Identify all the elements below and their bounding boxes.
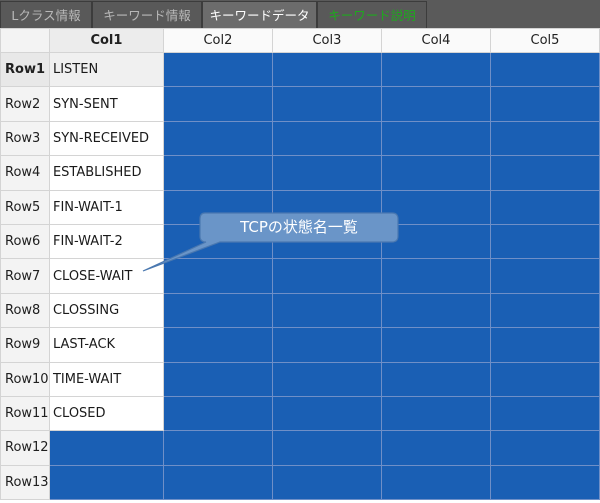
row-header[interactable]: Row1: [0, 51, 50, 88]
grid-cell[interactable]: [162, 395, 273, 432]
grid-cell[interactable]: [162, 361, 273, 397]
table-row: Row13: [0, 464, 600, 501]
grid-cell[interactable]: [380, 86, 491, 122]
table-row: Row10 TIME-WAIT: [0, 361, 600, 397]
tab-class-info[interactable]: Lクラス情報: [0, 1, 92, 28]
grid-cell[interactable]: [271, 51, 382, 88]
grid-cell[interactable]: [271, 155, 382, 191]
grid-body: Row1 LISTEN Row2 SYN-SENT Row3 SYN-RECEIVED Ro…: [0, 51, 600, 501]
grid-cell[interactable]: LAST-ACK: [48, 327, 164, 363]
grid-cell[interactable]: SYN-SENT: [48, 86, 164, 122]
grid-cell[interactable]: [489, 223, 600, 260]
grid-cell[interactable]: LISTEN: [48, 51, 164, 88]
row-header[interactable]: Row7: [0, 258, 50, 294]
grid-cell[interactable]: [271, 86, 382, 122]
row-header[interactable]: Row8: [0, 292, 50, 329]
spreadsheet-grid: Col1 Col2 Col3 Col4 Col5 Row1 LISTEN Row2 S…: [0, 28, 600, 503]
grid-cell[interactable]: [271, 464, 382, 501]
grid-cell[interactable]: [162, 86, 273, 122]
grid-cell[interactable]: [48, 430, 164, 466]
table-row: Row3 SYN-RECEIVED: [0, 120, 600, 157]
grid-cell[interactable]: [380, 430, 491, 466]
grid-cell[interactable]: [162, 120, 273, 157]
table-row: Row1 LISTEN: [0, 51, 600, 88]
grid-cell[interactable]: SYN-RECEIVED: [48, 120, 164, 157]
table-row: Row7 CLOSE-WAIT: [0, 258, 600, 294]
column-header-row: Col1 Col2 Col3 Col4 Col5: [0, 28, 600, 53]
row-header[interactable]: Row10: [0, 361, 50, 397]
callout-text: TCPの状態名一覧: [240, 218, 358, 236]
grid-cell[interactable]: [489, 86, 600, 122]
grid-cell[interactable]: [489, 395, 600, 432]
grid-cell[interactable]: [162, 292, 273, 329]
row-header[interactable]: Row2: [0, 86, 50, 122]
grid-cell[interactable]: [489, 189, 600, 225]
column-header-col5[interactable]: Col5: [489, 28, 600, 53]
column-header-col3[interactable]: Col3: [271, 28, 382, 53]
row-header[interactable]: Row12: [0, 430, 50, 466]
tab-keyword-description[interactable]: キーワード説明: [317, 1, 427, 28]
grid-cell[interactable]: [271, 292, 382, 329]
grid-cell[interactable]: [380, 155, 491, 191]
row-header[interactable]: Row9: [0, 327, 50, 363]
grid-cell[interactable]: [271, 430, 382, 466]
tab-keyword-info[interactable]: キーワード情報: [92, 1, 202, 28]
table-row: Row4 ESTABLISHED: [0, 155, 600, 191]
grid-cell[interactable]: [380, 395, 491, 432]
row-header[interactable]: Row4: [0, 155, 50, 191]
column-header-col4[interactable]: Col4: [380, 28, 491, 53]
column-header-col1[interactable]: Col1: [48, 28, 164, 53]
grid-cell[interactable]: [162, 327, 273, 363]
grid-cell[interactable]: [380, 292, 491, 329]
grid-cell[interactable]: CLOSSING: [48, 292, 164, 329]
grid-cell[interactable]: [380, 258, 491, 294]
grid-cell[interactable]: [489, 430, 600, 466]
table-row: Row2 SYN-SENT: [0, 86, 600, 122]
row-header[interactable]: Row13: [0, 464, 50, 501]
column-header-col2[interactable]: Col2: [162, 28, 273, 53]
grid-cell[interactable]: [489, 155, 600, 191]
table-row: Row9 LAST-ACK: [0, 327, 600, 363]
grid-cell[interactable]: [380, 327, 491, 363]
grid-cell[interactable]: ESTABLISHED: [48, 155, 164, 191]
grid-cell[interactable]: CLOSED: [48, 395, 164, 432]
grid-cell[interactable]: [489, 464, 600, 501]
grid-cell[interactable]: FIN-WAIT-1: [48, 189, 164, 225]
grid-cell[interactable]: [489, 327, 600, 363]
grid-cell[interactable]: [48, 464, 164, 501]
grid-cell[interactable]: [489, 292, 600, 329]
grid-cell[interactable]: [380, 51, 491, 88]
tab-keyword-data[interactable]: キーワードデータ: [202, 1, 317, 28]
data-table: Col1 Col2 Col3 Col4 Col5 Row1 LISTEN Row2 S…: [0, 28, 600, 501]
grid-cell[interactable]: [271, 327, 382, 363]
select-all-corner[interactable]: [0, 28, 50, 53]
row-header[interactable]: Row11: [0, 395, 50, 432]
grid-cell[interactable]: FIN-WAIT-2: [48, 223, 164, 260]
grid-cell[interactable]: [162, 155, 273, 191]
tab-bar: Lクラス情報 キーワード情報 キーワードデータ キーワード説明: [0, 0, 600, 28]
grid-cell[interactable]: [380, 464, 491, 501]
table-row: Row11 CLOSED: [0, 395, 600, 432]
grid-cell[interactable]: [162, 258, 273, 294]
grid-cell[interactable]: [489, 51, 600, 88]
grid-cell[interactable]: [489, 258, 600, 294]
grid-cell[interactable]: TIME-WAIT: [48, 361, 164, 397]
table-row: Row12: [0, 430, 600, 466]
row-header[interactable]: Row5: [0, 189, 50, 225]
grid-cell[interactable]: [271, 258, 382, 294]
grid-cell[interactable]: CLOSE-WAIT: [48, 258, 164, 294]
table-row: Row8 CLOSSING: [0, 292, 600, 329]
grid-cell[interactable]: [489, 361, 600, 397]
row-header[interactable]: Row3: [0, 120, 50, 157]
grid-cell[interactable]: [489, 120, 600, 157]
row-header[interactable]: Row6: [0, 223, 50, 260]
grid-cell[interactable]: [271, 120, 382, 157]
grid-cell[interactable]: [380, 361, 491, 397]
grid-cell[interactable]: [380, 120, 491, 157]
grid-cell[interactable]: [271, 361, 382, 397]
grid-cell[interactable]: [162, 51, 273, 88]
grid-cell[interactable]: [162, 430, 273, 466]
grid-cell[interactable]: [271, 395, 382, 432]
grid-cell[interactable]: [162, 464, 273, 501]
